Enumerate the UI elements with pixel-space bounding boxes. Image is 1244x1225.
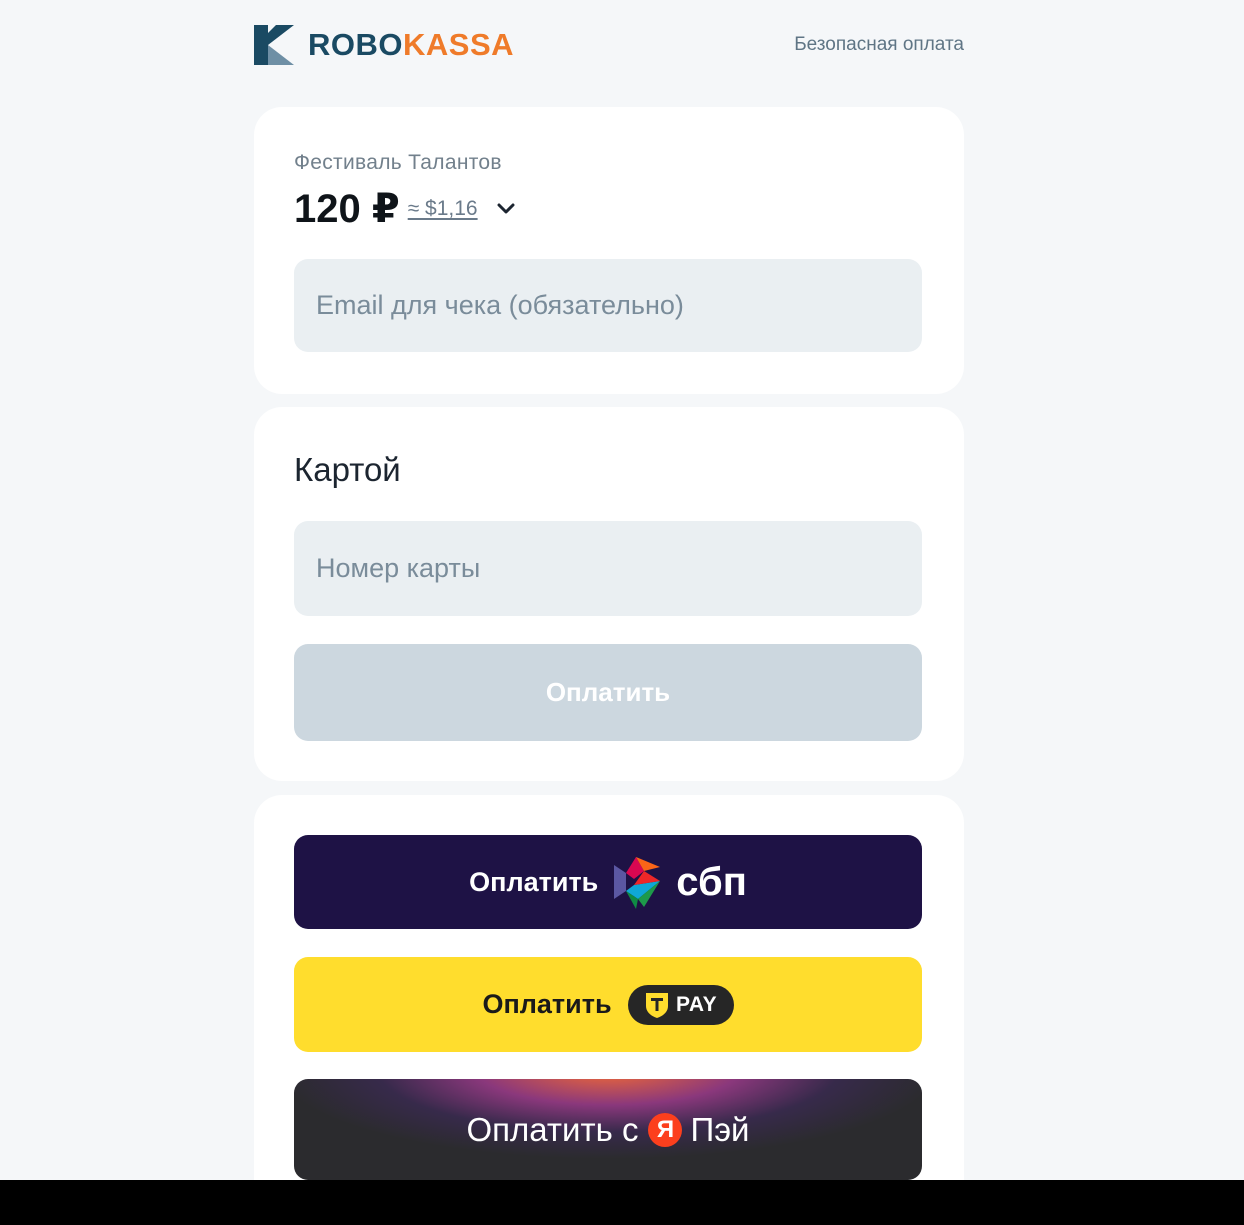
yandex-logo-icon: Я	[648, 1112, 683, 1147]
tpay-shield-icon	[645, 992, 668, 1018]
alternative-payments: Оплатить сбп Оплатить PAY Оплатить с Я П…	[254, 795, 964, 1215]
logo-kassa: KASSA	[403, 27, 515, 62]
yandex-pay-label-after: Пэй	[690, 1110, 750, 1148]
card-number-input[interactable]	[294, 521, 922, 616]
tpay-brand: PAY	[675, 992, 718, 1016]
sbp-pay-button[interactable]: Оплатить сбп	[294, 835, 922, 929]
merchant-name: Фестиваль Талантов	[294, 151, 502, 174]
logo-wordmark: ROBOKASSA	[308, 27, 514, 63]
card-payment-section: Картой Оплатить	[254, 407, 964, 781]
logo-robo: ROBO	[308, 27, 403, 62]
secure-payment-label: Безопасная оплата	[794, 34, 964, 55]
tpay-pay-button[interactable]: Оплатить PAY	[294, 957, 922, 1052]
order-card: Фестиваль Талантов 120 ₽ ≈ $1,16	[254, 107, 964, 394]
yandex-pay-label-before: Оплатить с	[466, 1110, 639, 1148]
tpay-badge: PAY	[627, 984, 734, 1025]
bottom-bar	[0, 1180, 1244, 1225]
card-section-title: Картой	[294, 451, 401, 488]
sbp-pay-label: Оплатить	[469, 866, 599, 897]
tpay-pay-label: Оплатить	[482, 989, 612, 1019]
amount: 120 ₽	[294, 187, 400, 231]
robokassa-logo[interactable]: ROBOKASSA	[254, 24, 514, 66]
robokassa-logo-icon	[254, 25, 294, 65]
amount-row[interactable]: 120 ₽ ≈ $1,16	[294, 187, 516, 231]
email-field[interactable]	[294, 259, 922, 352]
header: ROBOKASSA Безопасная оплата	[254, 24, 964, 66]
card-number-field[interactable]	[294, 521, 922, 616]
email-input[interactable]	[294, 259, 922, 352]
approx-usd[interactable]: ≈ $1,16	[408, 197, 478, 221]
sbp-brand: сбп	[676, 859, 747, 904]
yandex-pay-button[interactable]: Оплатить с Я Пэй	[294, 1079, 922, 1180]
chevron-down-icon[interactable]	[496, 202, 516, 216]
pay-button[interactable]: Оплатить	[294, 644, 922, 741]
sbp-logo-icon	[614, 857, 661, 909]
